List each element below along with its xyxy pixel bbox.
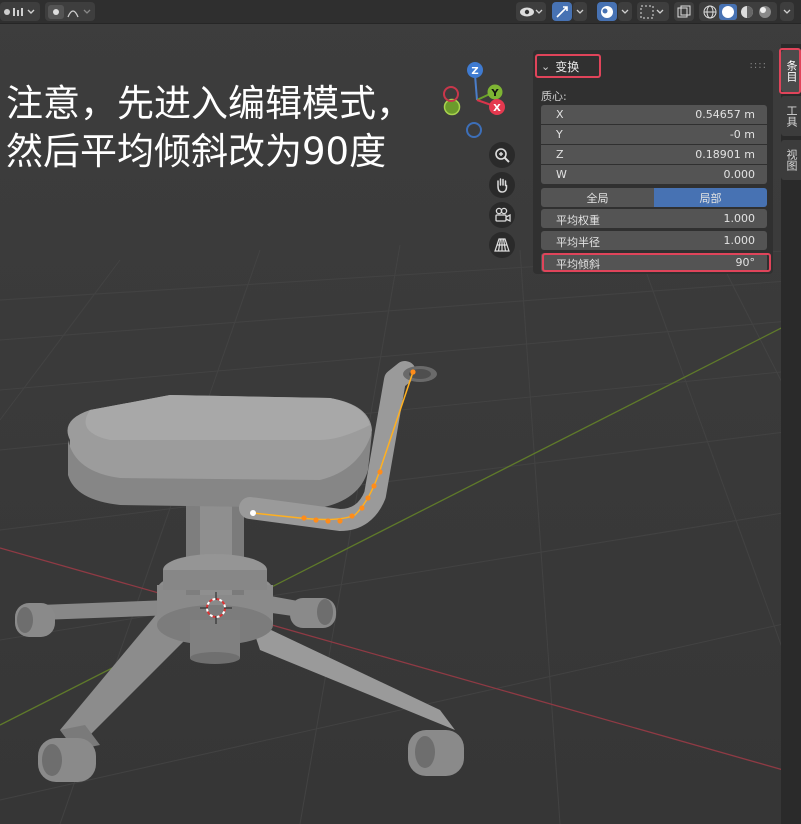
coordinate-space-toggle: 全局 局部	[541, 188, 767, 207]
shading-mode-group	[699, 2, 777, 21]
overlays-button[interactable]	[597, 2, 617, 21]
solid-shading-icon[interactable]	[722, 5, 734, 18]
field-label: X	[556, 108, 564, 121]
curve-icon	[67, 9, 79, 17]
field-label: Y	[556, 128, 563, 141]
instruction-line-2: 然后平均倾斜改为90度	[6, 130, 387, 173]
field-label: Z	[556, 148, 564, 161]
zoom-button[interactable]	[489, 142, 515, 168]
tab-tool[interactable]: 工具	[781, 96, 801, 136]
field-value: 1.000	[723, 212, 756, 225]
overlay-dot-icon	[53, 8, 59, 15]
zoom-icon	[495, 148, 510, 163]
dropdown-chevron-icon	[27, 9, 35, 14]
camera-icon	[495, 207, 511, 223]
xray-button[interactable]	[674, 2, 694, 21]
centroid-z-field[interactable]: Z 0.18901 m	[541, 145, 767, 164]
centroid-y-field[interactable]: Y -0 m	[541, 125, 767, 144]
field-value: 1.000	[723, 234, 756, 247]
viewport-shading-icon	[601, 5, 613, 18]
chevron-down-icon: ⌄	[541, 59, 551, 73]
grid-perspective-icon	[494, 238, 510, 252]
wireframe-shading-icon[interactable]	[703, 5, 717, 18]
overlays-dropdown[interactable]	[618, 2, 632, 21]
field-value: 0.000	[723, 168, 756, 181]
gizmo-toggle-button[interactable]	[552, 2, 572, 21]
centroid-label: 质心:	[541, 90, 567, 103]
gizmo-dropdown[interactable]	[573, 2, 587, 21]
panel-grip-icon[interactable]: ::::	[750, 60, 767, 71]
global-space-button[interactable]: 全局	[541, 188, 654, 207]
rendered-shading-icon[interactable]	[759, 5, 771, 18]
gizmo-neg-z-handle[interactable]	[466, 122, 482, 138]
chair-base[interactable]	[15, 570, 464, 782]
field-label: W	[556, 168, 567, 181]
chair-seat[interactable]	[67, 395, 373, 508]
field-value: -0 m	[729, 128, 755, 141]
instruction-line-1: 注意，先进入编辑模式，	[6, 82, 413, 125]
visibility-button[interactable]	[516, 2, 546, 21]
pan-button[interactable]	[489, 172, 515, 198]
field-label: 平均权重	[556, 214, 600, 227]
field-value: 90°	[735, 256, 756, 269]
instruction-overlay: 注意，先进入编辑模式， 然后平均倾斜改为90度	[6, 80, 413, 176]
navigation-gizmo[interactable]: Z Y X	[443, 62, 505, 138]
viewport-header	[0, 0, 801, 24]
gizmo-y-label: Y	[490, 88, 499, 99]
proportional-edit-button[interactable]	[45, 2, 95, 21]
mean-tilt-field[interactable]: 平均倾斜 90°	[541, 253, 767, 272]
perspective-toggle-button[interactable]	[489, 232, 515, 258]
gizmo-icon	[556, 5, 568, 18]
transform-panel-header[interactable]: ⌄ 变换	[535, 54, 601, 78]
mean-weight-field[interactable]: 平均权重 1.000	[541, 209, 767, 228]
local-space-button[interactable]: 局部	[654, 188, 767, 207]
transform-panel-title: 变换	[555, 59, 580, 74]
field-label: 平均倾斜	[556, 258, 600, 271]
sidebar-panel: ⌄ 变换 :::: 质心: X 0.54657 m Y -0 m Z 0.189…	[533, 50, 773, 274]
visibility-icon	[520, 7, 543, 16]
field-value: 0.54657 m	[695, 108, 755, 121]
snap-button[interactable]	[637, 2, 669, 21]
sidebar-tabs: 条目 工具 视图	[781, 44, 801, 824]
mean-radius-field[interactable]: 平均半径 1.000	[541, 231, 767, 250]
field-value: 0.18901 m	[695, 148, 755, 161]
floor-grid	[0, 244, 801, 824]
shading-dropdown[interactable]	[780, 2, 794, 21]
material-shading-icon[interactable]	[741, 5, 753, 18]
field-label: 平均半径	[556, 236, 600, 249]
gizmo-z-label: Z	[471, 66, 478, 77]
view-layers-button[interactable]	[0, 2, 40, 21]
hand-icon	[497, 178, 508, 193]
centroid-x-field[interactable]: X 0.54657 m	[541, 105, 767, 124]
view-layers-icon	[4, 7, 35, 16]
centroid-w-field[interactable]: W 0.000	[541, 165, 767, 184]
tab-view[interactable]: 视图	[781, 140, 801, 180]
xray-icon	[677, 5, 691, 17]
gizmo-x-label: X	[493, 103, 501, 114]
camera-view-button[interactable]	[489, 202, 515, 228]
tab-item[interactable]: 条目	[781, 50, 801, 92]
snap-icon	[640, 5, 664, 18]
